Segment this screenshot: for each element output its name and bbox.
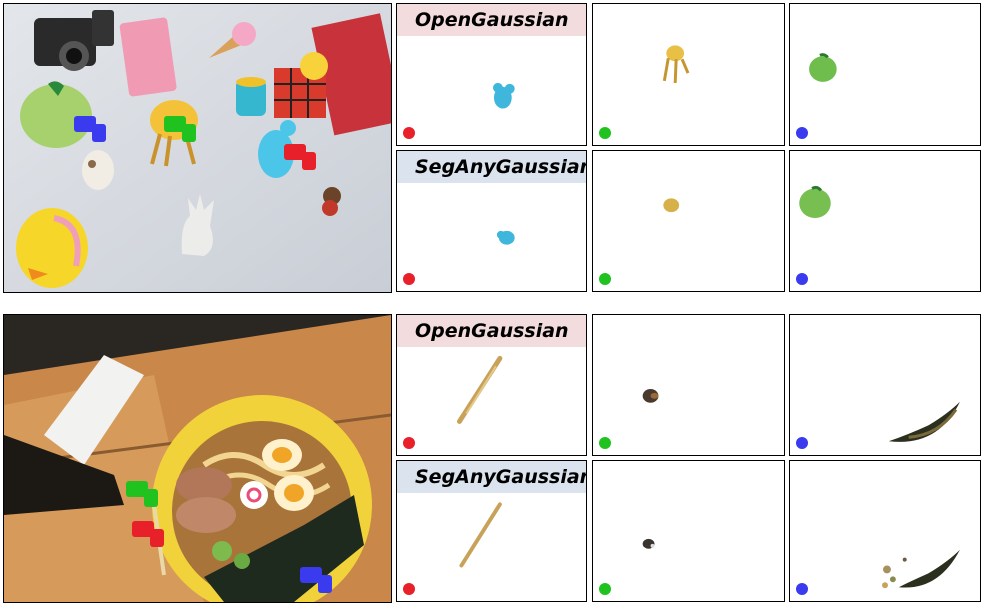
toys-seganygaussian-panel-red: SegAnyGaussian — [396, 150, 587, 292]
toys-opengaussian-panel-blue — [789, 3, 981, 146]
ramen-seganygaussian-panel-red: SegAnyGaussian — [396, 460, 587, 602]
method-label: OpenGaussian — [397, 315, 586, 347]
prompt-dot-red — [403, 437, 415, 449]
method-label: OpenGaussian — [397, 4, 586, 36]
toys-opengaussian-panel-red: OpenGaussian — [396, 3, 587, 146]
prompt-dot-green — [599, 437, 611, 449]
segmented-yellow-toy — [663, 198, 680, 213]
prompt-dot-green — [599, 273, 611, 285]
segmented-blue-toy — [496, 230, 515, 245]
ramen-scene-image — [3, 314, 392, 603]
method-label: SegAnyGaussian — [397, 151, 586, 183]
toys-opengaussian-panel-green — [592, 3, 785, 146]
prompt-dot-green — [599, 583, 611, 595]
prompt-dot-blue — [796, 127, 808, 139]
toys-seganygaussian-panel-blue — [789, 150, 981, 292]
segmented-green-apple — [809, 53, 837, 82]
prompt-dot-red — [403, 127, 415, 139]
segmented-green-apple — [799, 185, 831, 219]
segmented-chopsticks — [459, 502, 502, 568]
segmented-blue-toy — [492, 82, 515, 109]
prompt-dot-red — [403, 583, 415, 595]
ramen-opengaussian-panel-green — [592, 314, 785, 456]
toy-scene-image — [3, 3, 392, 293]
segmented-bottle-tip — [642, 388, 659, 403]
toys-seganygaussian-panel-green — [592, 150, 785, 292]
segmented-nori — [882, 549, 960, 589]
segmented-yellow-toy — [662, 45, 690, 83]
prompt-dot-red — [403, 273, 415, 285]
segmented-bottle-tip — [642, 538, 655, 549]
segmented-nori — [888, 401, 960, 442]
prompt-dot-blue — [796, 583, 808, 595]
prompt-dot-blue — [796, 273, 808, 285]
ramen-seganygaussian-panel-blue — [789, 460, 981, 602]
prompt-dot-blue — [796, 437, 808, 449]
prompt-dot-green — [599, 127, 611, 139]
ramen-opengaussian-panel-blue — [789, 314, 981, 456]
ramen-seganygaussian-panel-green — [592, 460, 785, 602]
ramen-opengaussian-panel-red: OpenGaussian — [396, 314, 587, 456]
method-label: SegAnyGaussian — [397, 461, 586, 493]
